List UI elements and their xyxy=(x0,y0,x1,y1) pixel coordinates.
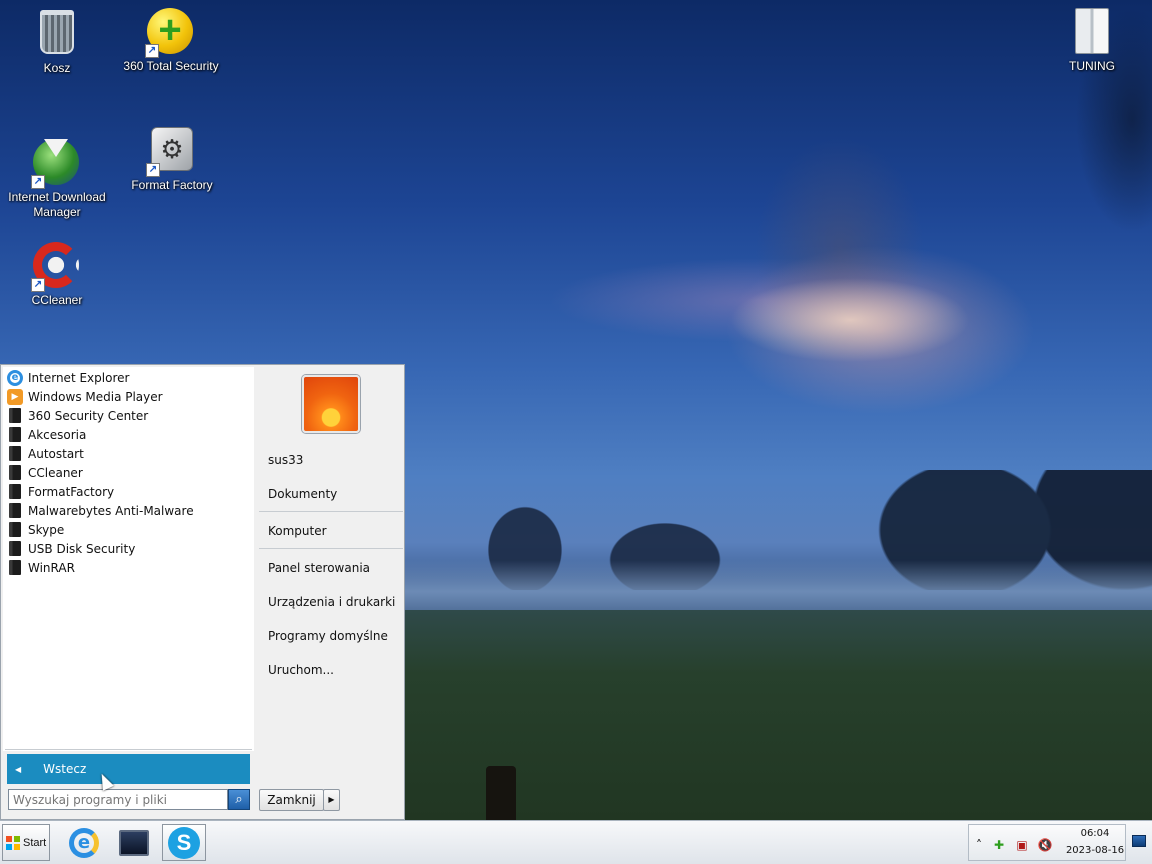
program-folder-360-security-center[interactable]: 360 Security Center xyxy=(3,406,254,425)
program-label: Autostart xyxy=(28,446,84,461)
desktop-icon-ccleaner[interactable]: ↗ CCleaner xyxy=(1,242,113,308)
program-folder-malwarebytes[interactable]: Malwarebytes Anti-Malware xyxy=(3,501,254,520)
program-folder-autostart[interactable]: Autostart xyxy=(3,444,254,463)
shutdown-options-button[interactable]: ▶ xyxy=(323,789,340,811)
devices-printers-link[interactable]: Urządzenia i drukarki xyxy=(268,595,395,609)
folder-icon xyxy=(1068,8,1116,56)
start-button-label: Start xyxy=(23,836,47,849)
shutdown-button[interactable]: Zamknij xyxy=(259,789,324,811)
desktop-icon-internet-download-manager[interactable]: ↗ Internet Download Manager xyxy=(1,125,113,220)
program-internet-explorer[interactable]: e Internet Explorer xyxy=(3,368,254,387)
folder-icon xyxy=(9,484,21,499)
windows-logo-icon xyxy=(6,835,20,850)
program-label: CCleaner xyxy=(28,465,83,480)
folder-icon xyxy=(9,560,21,575)
network-error-icon[interactable]: ▣ xyxy=(1014,837,1030,853)
control-panel-link[interactable]: Panel sterowania xyxy=(268,561,370,575)
shortcut-arrow-icon: ↗ xyxy=(31,278,45,292)
documents-link[interactable]: Dokumenty xyxy=(268,487,337,501)
program-label: USB Disk Security xyxy=(28,541,136,556)
taskbar-computer[interactable] xyxy=(112,824,156,861)
right-pane-separator xyxy=(259,548,403,549)
desktop-icon-label: CCleaner xyxy=(31,293,83,307)
start-menu: e Internet Explorer ▶ Windows Media Play… xyxy=(0,364,405,820)
programs-separator xyxy=(5,749,252,750)
internet-explorer-icon: e xyxy=(7,369,23,386)
folder-icon xyxy=(9,427,21,442)
triangle-right-icon: ▶ xyxy=(328,795,335,804)
computer-link[interactable]: Komputer xyxy=(268,524,327,538)
show-desktop-button[interactable] xyxy=(1132,835,1146,847)
default-programs-link[interactable]: Programy domyślne xyxy=(268,629,388,643)
360-total-security-icon: + ↗ xyxy=(145,8,195,58)
start-button[interactable]: Start xyxy=(2,824,50,861)
program-folder-usb-disk-security[interactable]: USB Disk Security xyxy=(3,539,254,558)
format-factory-icon: ⚙ ↗ xyxy=(146,127,196,177)
desktop-icon-label: Kosz xyxy=(43,61,71,75)
taskbar-internet-explorer[interactable]: e xyxy=(62,824,106,861)
shortcut-arrow-icon: ↗ xyxy=(146,163,160,177)
folder-icon xyxy=(9,446,21,461)
volume-muted-icon[interactable]: 🔇 xyxy=(1037,837,1053,853)
wallpaper-post xyxy=(486,766,516,822)
program-label: Akcesoria xyxy=(28,427,87,442)
ccleaner-icon: ↗ xyxy=(31,242,81,292)
computer-icon xyxy=(119,829,149,856)
program-label: Malwarebytes Anti-Malware xyxy=(28,503,194,518)
taskbar-skype[interactable]: S xyxy=(162,824,206,861)
program-folder-winrar[interactable]: WinRAR xyxy=(3,558,254,577)
program-windows-media-player[interactable]: ▶ Windows Media Player xyxy=(3,387,254,406)
desktop-icon-label: TUNING xyxy=(1069,59,1115,73)
back-button-label: Wstecz xyxy=(43,762,87,776)
program-label: Skype xyxy=(28,522,65,537)
folder-icon xyxy=(9,522,21,537)
shortcut-arrow-icon: ↗ xyxy=(145,44,159,58)
internet-explorer-icon: e xyxy=(69,827,99,858)
desktop-icon-label: Internet Download Manager xyxy=(8,190,106,219)
search-icon: ⌕ xyxy=(235,792,243,807)
desktop-icon-recycle-bin[interactable]: Kosz xyxy=(1,8,113,76)
right-pane-separator xyxy=(259,511,403,512)
idm-icon: ↗ xyxy=(31,139,81,189)
start-menu-programs-pane: e Internet Explorer ▶ Windows Media Play… xyxy=(3,367,254,751)
windows-media-player-icon: ▶ xyxy=(7,388,23,405)
search-input[interactable] xyxy=(8,789,228,810)
360-security-tray-icon[interactable]: ✚ xyxy=(991,837,1007,853)
desktop-icon-tuning[interactable]: TUNING xyxy=(1036,8,1148,74)
program-label: Windows Media Player xyxy=(28,389,163,404)
recycle-bin-icon xyxy=(33,10,81,58)
folder-icon xyxy=(9,408,21,423)
folder-icon xyxy=(9,541,21,556)
show-hidden-icons-chevron-icon[interactable]: ˄ xyxy=(971,837,987,853)
desktop-icon-format-factory[interactable]: ⚙ ↗ Format Factory xyxy=(116,125,228,193)
folder-icon xyxy=(9,503,21,518)
user-name-link[interactable]: sus33 xyxy=(268,453,303,467)
desktop-icon-360-total-security[interactable]: + ↗ 360 Total Security xyxy=(115,8,227,74)
desktop-icon-label: Format Factory xyxy=(131,178,213,192)
taskbar: Start e S ˄ ✚ ▣ 🔇 06:04 2023-08-16 xyxy=(0,820,1152,864)
triangle-left-icon: ◀ xyxy=(15,764,22,774)
start-menu-right-pane: sus33 Dokumenty Komputer Panel sterowani… xyxy=(255,367,403,782)
desktop-icon-label: 360 Total Security xyxy=(123,59,219,73)
program-folder-ccleaner[interactable]: CCleaner xyxy=(3,463,254,482)
clock-time[interactable]: 06:04 xyxy=(1065,828,1125,839)
folder-icon xyxy=(9,465,21,480)
program-folder-formatfactory[interactable]: FormatFactory xyxy=(3,482,254,501)
program-folder-skype[interactable]: Skype xyxy=(3,520,254,539)
skype-icon: S xyxy=(168,826,200,859)
user-picture[interactable] xyxy=(302,375,360,433)
notification-area: ˄ ✚ ▣ 🔇 06:04 2023-08-16 xyxy=(968,824,1126,861)
program-label: Internet Explorer xyxy=(28,370,130,385)
search-button[interactable]: ⌕ xyxy=(228,789,250,810)
wallpaper-meadow xyxy=(405,610,1152,822)
program-label: WinRAR xyxy=(28,560,75,575)
program-folder-akcesoria[interactable]: Akcesoria xyxy=(3,425,254,444)
clock-date[interactable]: 2023-08-16 xyxy=(1065,845,1125,856)
run-link[interactable]: Uruchom... xyxy=(268,663,334,677)
program-label: 360 Security Center xyxy=(28,408,149,423)
shortcut-arrow-icon: ↗ xyxy=(31,175,45,189)
back-button[interactable]: ◀ Wstecz xyxy=(7,754,250,784)
program-label: FormatFactory xyxy=(28,484,115,499)
